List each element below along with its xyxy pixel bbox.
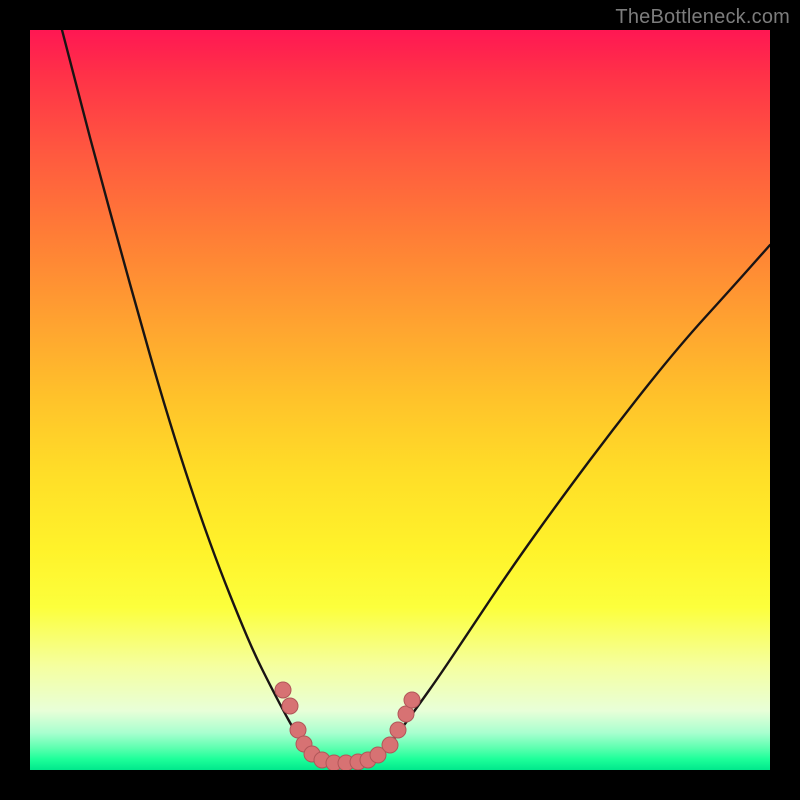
- chart-svg: [30, 30, 770, 770]
- watermark-text: TheBottleneck.com: [615, 6, 790, 29]
- valley-dot: [275, 682, 291, 698]
- valley-dot: [382, 737, 398, 753]
- valley-dot: [404, 692, 420, 708]
- bottleneck-curve: [62, 30, 770, 763]
- chart-plot-area: [30, 30, 770, 770]
- valley-dots-group: [275, 682, 420, 770]
- chart-frame: TheBottleneck.com: [0, 0, 800, 800]
- valley-dot: [282, 698, 298, 714]
- valley-dot: [390, 722, 406, 738]
